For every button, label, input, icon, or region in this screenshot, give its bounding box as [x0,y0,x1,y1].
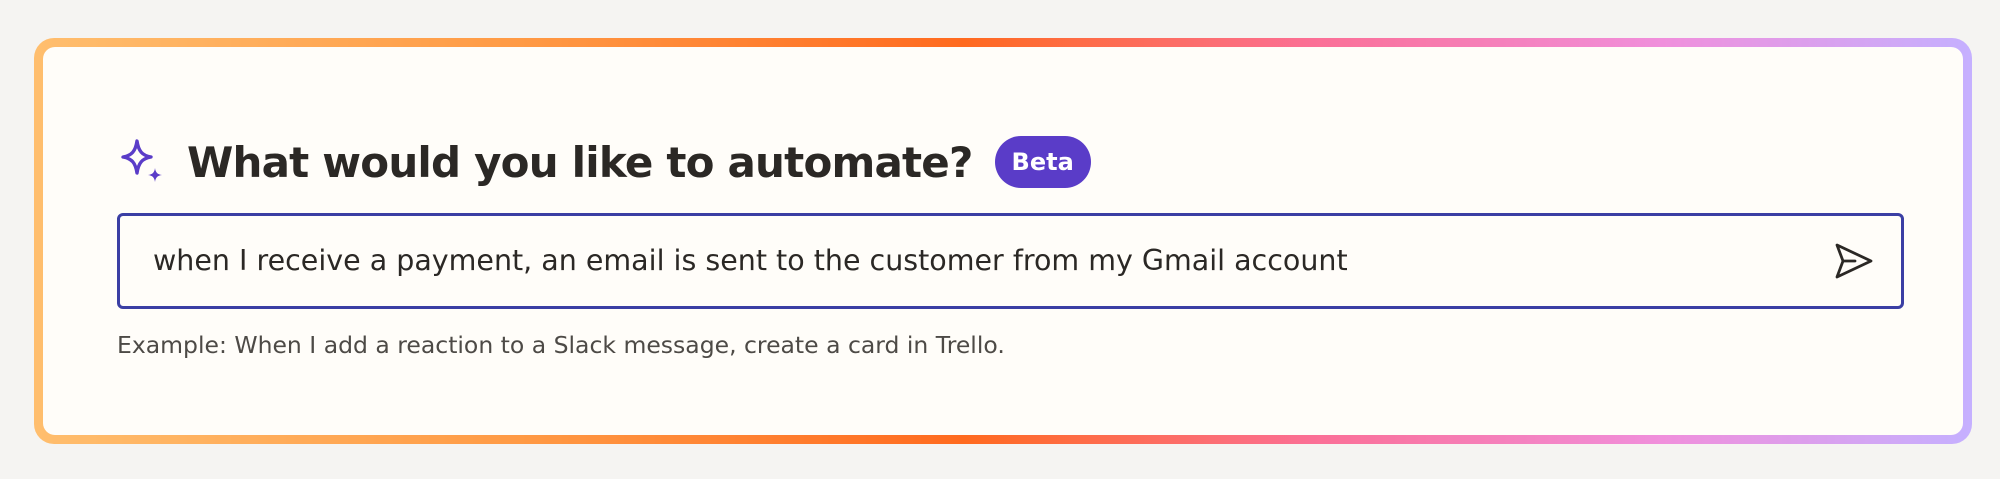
send-icon [1835,243,1873,279]
heading-row: What would you like to automate? Beta [117,131,1091,193]
submit-button[interactable] [1831,239,1875,283]
prompt-input-value[interactable]: when I receive a payment, an email is se… [153,216,1348,306]
beta-badge: Beta [994,136,1091,188]
automation-prompt-input[interactable]: when I receive a payment, an email is se… [117,213,1904,309]
prompt-card: What would you like to automate? Beta wh… [43,47,1963,435]
sparkle-icon [121,139,162,182]
example-hint: Example: When I add a reaction to a Slac… [117,331,1005,359]
page-title: What would you like to automate? [187,137,973,187]
prompt-card-border: What would you like to automate? Beta wh… [34,38,1972,444]
